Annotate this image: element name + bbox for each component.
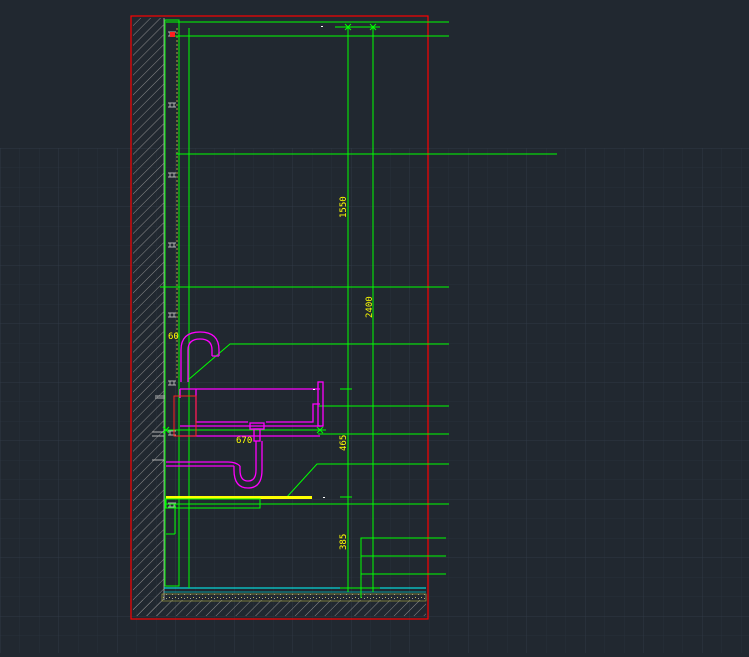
dim-lower-height: 385	[339, 534, 349, 550]
wall-section	[133, 18, 164, 616]
dim-sink-width: 670	[236, 436, 252, 446]
floor-slab	[133, 600, 426, 616]
dim-tap-offset: 60	[168, 332, 179, 342]
top-marker	[170, 32, 175, 37]
grid-major	[0, 148, 749, 653]
floor-screed	[161, 593, 427, 602]
cad-drawing: 1550 2400 465 385 670 60	[0, 15, 749, 653]
dim-total-height: 2400	[365, 296, 375, 318]
cad-viewport[interactable]: 1550 2400 465 385 670 60	[0, 0, 749, 653]
dim-upper-height: 1550	[339, 196, 349, 218]
dim-sink-height: 465	[339, 435, 349, 451]
